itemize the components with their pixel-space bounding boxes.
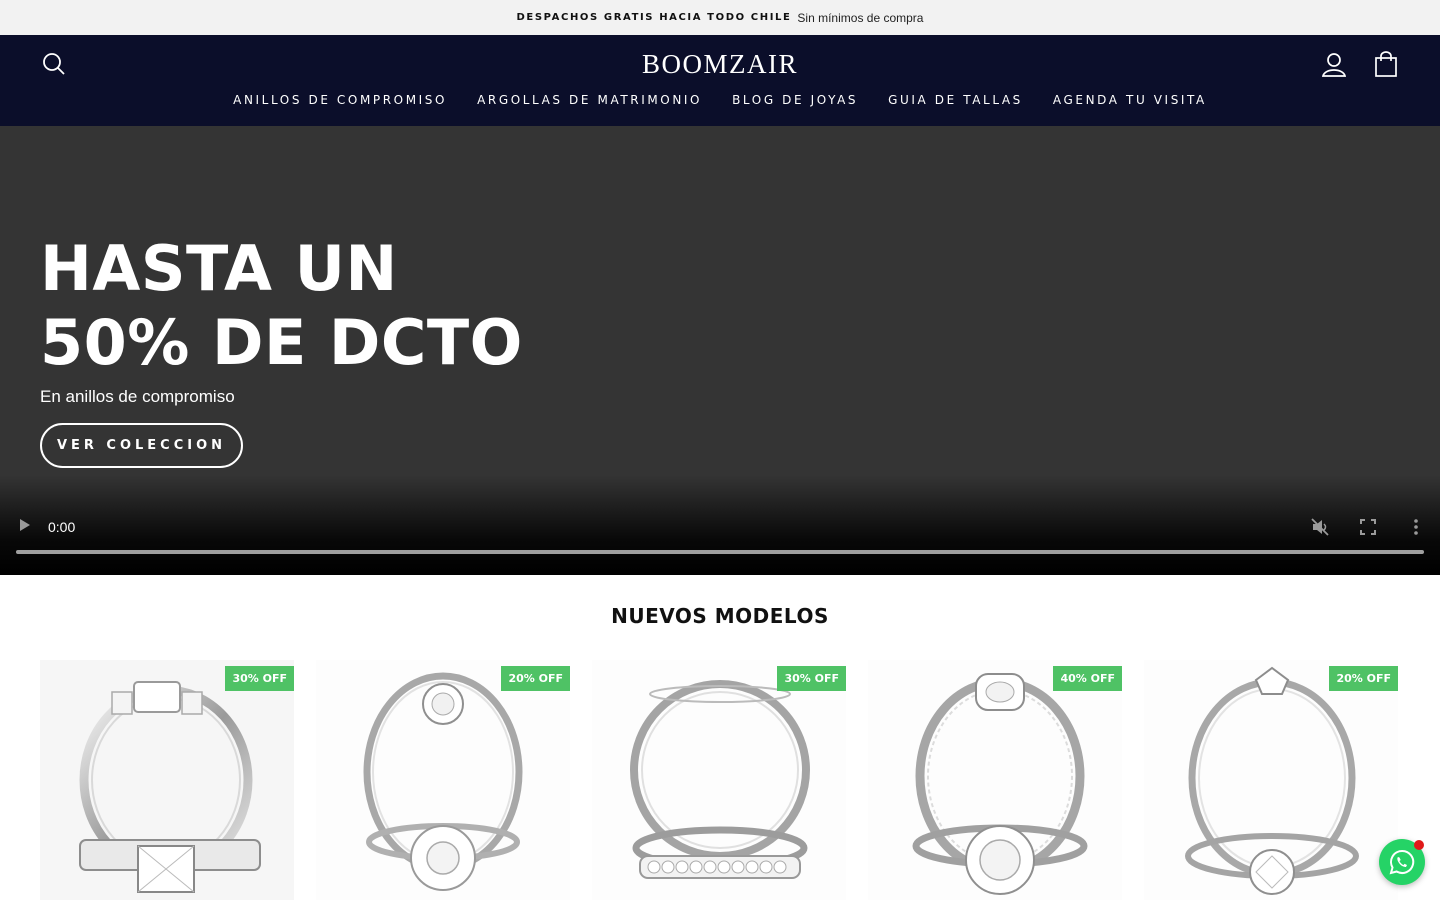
product-card[interactable]: 30% OFF (40, 660, 294, 900)
video-controls-gradient (0, 475, 1440, 575)
discount-badge: 20% OFF (1329, 666, 1398, 691)
user-icon[interactable] (1321, 52, 1347, 78)
hero-subtitle: En anillos de compromiso (40, 387, 235, 406)
video-progress-bar[interactable] (16, 550, 1424, 554)
whatsapp-button[interactable] (1379, 839, 1425, 885)
announcement-light: Sin mínimos de compra (797, 10, 924, 25)
product-card[interactable]: 20% OFF (316, 660, 570, 900)
nav-agenda-tu-visita[interactable]: AGENDA TU VISITA (1053, 93, 1207, 107)
discount-badge: 30% OFF (225, 666, 294, 691)
product-card[interactable]: 40% OFF (868, 660, 1122, 900)
site-header: BOOMZAIR ANILLOS DE COMPROMISO ARGOLLAS … (0, 35, 1440, 126)
discount-badge: 30% OFF (777, 666, 846, 691)
ring-image (1185, 666, 1359, 895)
hero-headline: HASTA UN 50% DE DCTO (40, 232, 523, 380)
nav-anillos-de-compromiso[interactable]: ANILLOS DE COMPROMISO (233, 93, 447, 107)
hero-video[interactable]: HASTA UN 50% DE DCTO En anillos de compr… (0, 126, 1440, 575)
hero-headline-line1: HASTA UN (40, 232, 398, 305)
hero-headline-line2: 50% DE DCTO (40, 306, 523, 379)
product-grid: 30% OFF 20% OFF 30% OFF 40% OFF 20% OFF (40, 660, 1400, 900)
section-title: NUEVOS MODELOS (611, 604, 829, 628)
announcement-bold: DESPACHOS GRATIS HACIA TODO CHILE (516, 12, 792, 23)
ring-image (630, 680, 810, 879)
announcement-bar: DESPACHOS GRATIS HACIA TODO CHILE Sin mí… (0, 0, 1440, 35)
play-icon[interactable] (18, 517, 32, 533)
video-time: 0:00 (48, 519, 76, 535)
ring-image (363, 672, 523, 891)
nav-guia-de-tallas[interactable]: GUIA DE TALLAS (888, 93, 1023, 107)
main-nav: ANILLOS DE COMPROMISO ARGOLLAS DE MATRIM… (0, 93, 1440, 107)
notification-dot (1414, 840, 1424, 850)
discount-badge: 40% OFF (1053, 666, 1122, 691)
fullscreen-icon[interactable] (1360, 519, 1376, 535)
nav-blog-de-joyas[interactable]: BLOG DE JOYAS (732, 93, 858, 107)
discount-badge: 20% OFF (501, 666, 570, 691)
whatsapp-icon (1389, 849, 1415, 875)
site-logo[interactable]: BOOMZAIR (0, 49, 1440, 80)
nav-argollas-de-matrimonio[interactable]: ARGOLLAS DE MATRIMONIO (477, 93, 702, 107)
ver-coleccion-button[interactable]: VER COLECCION (40, 423, 243, 468)
ring-image (912, 673, 1088, 895)
bag-icon[interactable] (1374, 51, 1398, 77)
product-card[interactable]: 20% OFF (1144, 660, 1398, 900)
product-card[interactable]: 30% OFF (592, 660, 846, 900)
ring-image (79, 681, 261, 893)
more-icon[interactable] (1412, 518, 1420, 536)
mute-icon[interactable] (1311, 518, 1329, 536)
